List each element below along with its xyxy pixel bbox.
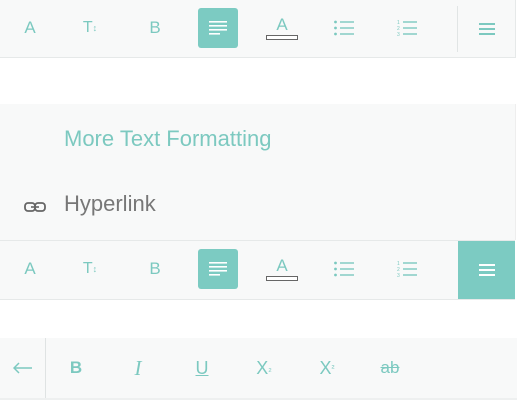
text-highlight-button[interactable]: A [262,8,302,48]
hyperlink-item[interactable]: Hyperlink [0,188,515,228]
svg-text:3: 3 [397,273,400,277]
hamburger-menu-icon [478,22,495,35]
more-formatting-panel: More Text Formatting Hyperlink [0,104,516,240]
more-options-button[interactable] [458,0,515,57]
bold-button[interactable]: B [135,249,175,289]
highlight-bar-icon [266,275,298,281]
format-bar-divider [45,338,46,398]
numbered-list-icon: 1 2 3 [397,261,417,277]
hyperlink-label: Hyperlink [64,191,156,216]
numbered-list-icon: 1 2 3 [397,20,417,36]
bold-button[interactable]: B [135,8,175,48]
bold-button[interactable]: B [56,348,96,388]
bullet-list-icon [334,261,354,277]
bullet-list-button[interactable] [324,8,364,48]
link-icon [24,202,46,212]
hamburger-menu-icon [478,264,495,276]
text-size-button[interactable]: T ↕ [70,8,110,48]
back-arrow-icon [12,362,32,374]
formatting-toolbar-bottom: A T ↕ B A 1 2 3 [0,240,515,300]
font-color-button[interactable]: A [10,8,50,48]
formatting-toolbar-top: A T ↕ B A 1 2 3 [0,0,516,58]
subscript-button[interactable]: X₂ [244,348,284,388]
more-text-formatting-item[interactable]: More Text Formatting [64,126,271,152]
bullet-list-icon [334,20,354,36]
numbered-list-button[interactable]: 1 2 3 [387,8,427,48]
text-size-button[interactable]: T ↕ [70,249,110,289]
svg-text:3: 3 [397,32,400,36]
bullet-list-button[interactable] [324,249,364,289]
align-left-button[interactable] [198,8,238,48]
align-left-icon [209,21,227,35]
underline-button[interactable]: U [182,348,222,388]
highlight-bar-icon [266,34,298,40]
more-options-button-active[interactable] [458,241,515,299]
strikethrough-button[interactable]: ab [370,348,410,388]
text-format-bar: B I U X₂ X² ab [0,338,517,400]
align-left-icon [209,262,227,276]
text-highlight-button[interactable]: A [262,249,302,289]
superscript-button[interactable]: X² [307,348,347,388]
numbered-list-button[interactable]: 1 2 3 [387,249,427,289]
italic-button[interactable]: I [118,348,158,388]
align-left-button[interactable] [198,249,238,289]
font-color-button[interactable]: A [10,249,50,289]
back-button[interactable] [0,338,45,398]
